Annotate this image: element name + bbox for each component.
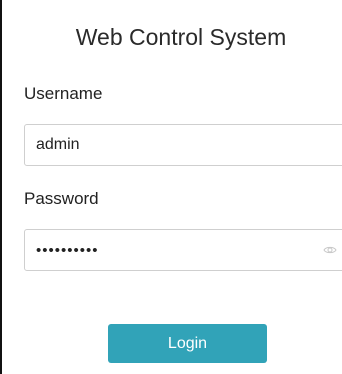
login-button[interactable]: Login (108, 324, 267, 363)
login-panel: Web Control System Username Password Log… (0, 0, 342, 374)
username-field[interactable] (24, 124, 342, 166)
username-label: Username (24, 84, 103, 103)
eye-icon[interactable] (323, 243, 337, 257)
page-title: Web Control System (75, 24, 287, 50)
password-field[interactable] (24, 229, 342, 271)
password-label: Password (24, 189, 99, 208)
